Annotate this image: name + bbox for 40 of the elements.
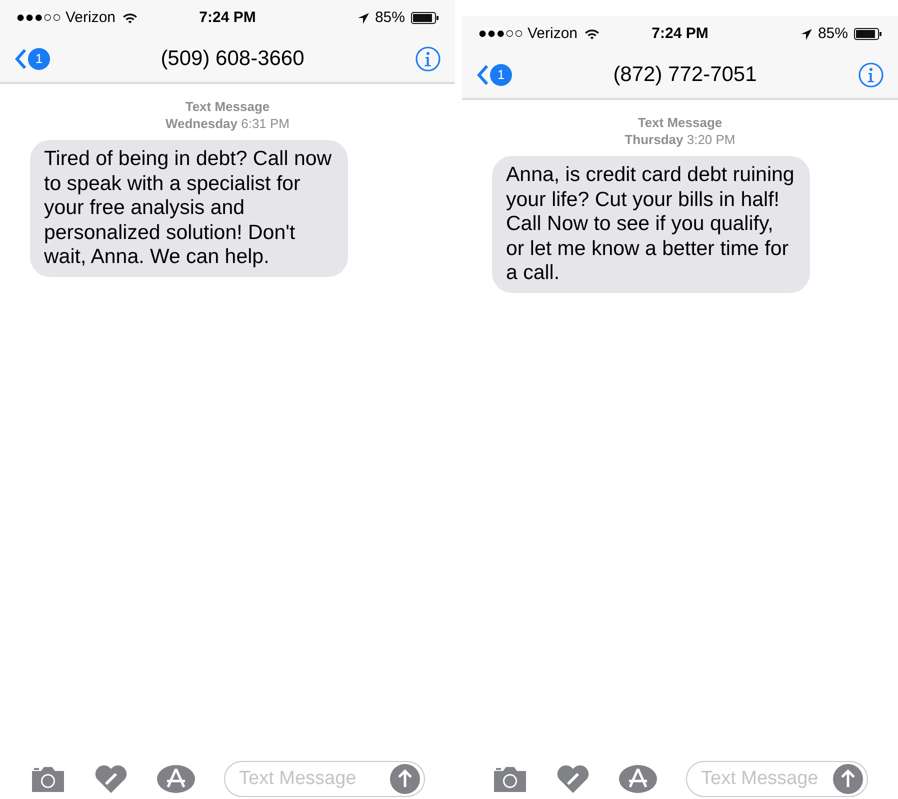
battery-icon	[854, 28, 882, 40]
clock: 7:24 PM	[199, 8, 256, 28]
message-bubble: Anna, is credit card debt ruining your life? Cut your bills in half! Call Now to see if you qualify, or let me know a better time for a call.	[492, 156, 810, 292]
service-label: Text Message	[185, 98, 270, 115]
wifi-icon	[584, 28, 600, 40]
camera-icon[interactable]	[492, 765, 528, 793]
heart-icon[interactable]	[556, 764, 590, 794]
message-bubble: Tired of being in debt? Call now to speak with a specialist for your free analysis and personalized solution! Don't wait, Anna. We can help.	[30, 140, 348, 276]
contact-title: (872) 772-7051	[613, 62, 757, 88]
clock: 7:24 PM	[652, 24, 708, 44]
chevron-left-icon	[14, 48, 27, 70]
info-icon	[858, 62, 884, 88]
wifi-icon	[122, 12, 138, 24]
message-field[interactable]: Text Message	[686, 761, 868, 797]
app-store-icon[interactable]	[156, 764, 196, 794]
app-store-icon[interactable]	[618, 764, 658, 794]
location-arrow-icon	[358, 12, 369, 24]
carrier-label: ●●●○○ Verizon	[478, 24, 578, 44]
chevron-left-icon	[476, 64, 489, 86]
battery-percent: 85%	[818, 24, 848, 44]
contact-title: (509) 608-3660	[160, 46, 304, 72]
battery-icon	[410, 12, 439, 24]
carrier-label: ●●●○○ Verizon	[16, 8, 116, 28]
service-label: Text Message	[638, 114, 722, 131]
message-input-field[interactable]: Text Message	[701, 764, 833, 794]
camera-icon[interactable]	[30, 765, 66, 793]
info-button[interactable]	[858, 62, 884, 88]
unread-badge: 1	[490, 64, 512, 86]
message-timestamp: Thursday 3:20 PM	[624, 131, 736, 148]
back-button[interactable]: 1	[14, 48, 50, 70]
battery-percent: 85%	[374, 8, 405, 28]
heart-icon[interactable]	[94, 764, 128, 794]
back-button[interactable]: 1	[476, 64, 512, 86]
message-field[interactable]: Text Message	[224, 761, 425, 797]
info-button[interactable]	[414, 46, 441, 72]
message-timestamp: Wednesday 6:31 PM	[165, 115, 290, 132]
message-input-field[interactable]: Text Message	[239, 764, 390, 794]
unread-badge: 1	[28, 48, 50, 70]
info-icon	[414, 46, 441, 72]
location-arrow-icon	[800, 28, 812, 40]
